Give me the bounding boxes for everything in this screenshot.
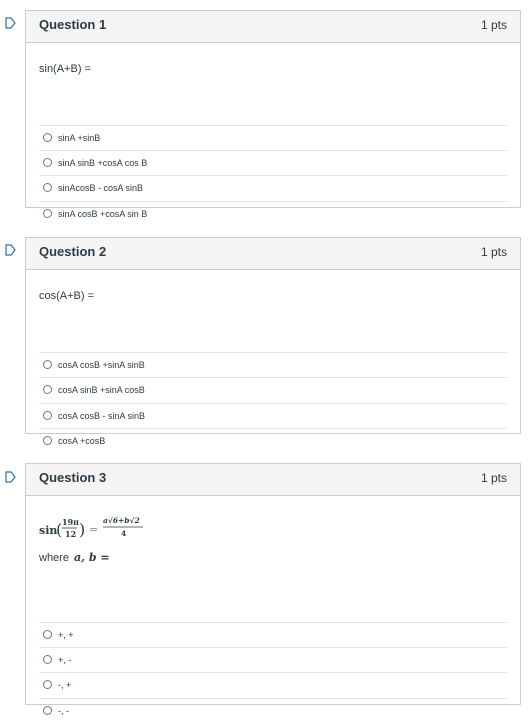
answer-label: sinAcosB - cosA sinB [58, 183, 144, 193]
answer-label: cosA cosB - sinA sinB [58, 411, 146, 421]
answer-option[interactable]: cosA cosB - sinA sinB [39, 403, 507, 429]
flag-question-1-icon[interactable] [5, 17, 17, 29]
question-3-header: Question 3 1 pts [26, 464, 520, 496]
answer-option[interactable]: -, + [39, 672, 507, 698]
answer-label: sinA cosB +cosA sin B [58, 209, 148, 219]
flag-question-2-icon[interactable] [5, 244, 17, 256]
answer-option[interactable]: +, - [39, 647, 507, 673]
radio-button[interactable] [43, 411, 52, 420]
answer-option[interactable]: sinA cosB +cosA sin B [39, 201, 507, 227]
svg-text:): ) [79, 520, 85, 539]
answer-option[interactable]: cosA cosB +sinA sinB [39, 352, 507, 378]
answer-option[interactable]: -, - [39, 698, 507, 724]
flag-question-3-icon[interactable] [5, 471, 17, 483]
answer-label: +, + [58, 630, 74, 640]
answer-option[interactable]: sinA sinB +cosA cos B [39, 150, 507, 176]
question-3-prompt-text: where a, b = [39, 551, 110, 564]
answer-option[interactable]: +, + [39, 622, 507, 648]
question-1-card: Question 1 1 pts sin(A+B) = sinA +sinB s… [25, 10, 521, 219]
answer-label: -, + [58, 680, 72, 690]
question-2-title: Question 2 [39, 244, 107, 259]
answer-label: +, - [58, 655, 72, 665]
answer-label: sinA sinB +cosA cos B [58, 158, 148, 168]
question-3-card: Question 3 1 pts sin ( 19π 12 ) = a√6+b√… [25, 463, 521, 716]
question-1-points: 1 pts [480, 18, 507, 32]
radio-button[interactable] [43, 706, 52, 715]
formula-rhs-den: 4 [121, 529, 126, 538]
question-3-title: Question 3 [39, 470, 107, 485]
question-3-points: 1 pts [480, 471, 507, 485]
answer-option[interactable]: cosA +cosB [39, 428, 507, 454]
radio-button[interactable] [43, 385, 52, 394]
answer-label: sinA +sinB [58, 133, 101, 143]
question-1-title: Question 1 [39, 17, 107, 32]
question-2-points: 1 pts [480, 245, 507, 259]
question-3-formula: sin ( 19π 12 ) = a√6+b√2 4 [39, 516, 143, 539]
answer-option[interactable]: sinAcosB - cosA sinB [39, 175, 507, 201]
answer-option[interactable]: sinA +sinB [39, 125, 507, 151]
radio-button[interactable] [43, 133, 52, 142]
radio-button[interactable] [43, 209, 52, 218]
formula-den: 12 [65, 529, 76, 539]
radio-button[interactable] [43, 655, 52, 664]
formula-func: sin [39, 524, 57, 537]
radio-button[interactable] [43, 436, 52, 445]
radio-button[interactable] [43, 183, 52, 192]
answer-label: -, - [58, 706, 69, 716]
radio-button[interactable] [43, 680, 52, 689]
radio-button[interactable] [43, 158, 52, 167]
formula-num: 19π [62, 517, 79, 527]
where-label: where [39, 552, 69, 564]
radio-button[interactable] [43, 630, 52, 639]
formula-rhs-num: a√6+b√2 [103, 516, 140, 525]
variables-label: a, b = [74, 551, 110, 564]
question-1-prompt: sin(A+B) = [39, 63, 91, 75]
answer-label: cosA +cosB [58, 436, 106, 446]
question-2-prompt: cos(A+B) = [39, 290, 95, 302]
question-2-header: Question 2 1 pts [26, 238, 520, 270]
radio-button[interactable] [43, 360, 52, 369]
answer-label: cosA sinB +sinA cosB [58, 385, 145, 395]
answer-option[interactable]: cosA sinB +sinA cosB [39, 377, 507, 403]
question-2-card: Question 2 1 pts cos(A+B) = cosA cosB +s… [25, 237, 521, 446]
question-1-header: Question 1 1 pts [26, 11, 520, 43]
answer-label: cosA cosB +sinA sinB [58, 360, 145, 370]
svg-text:=: = [89, 523, 98, 536]
